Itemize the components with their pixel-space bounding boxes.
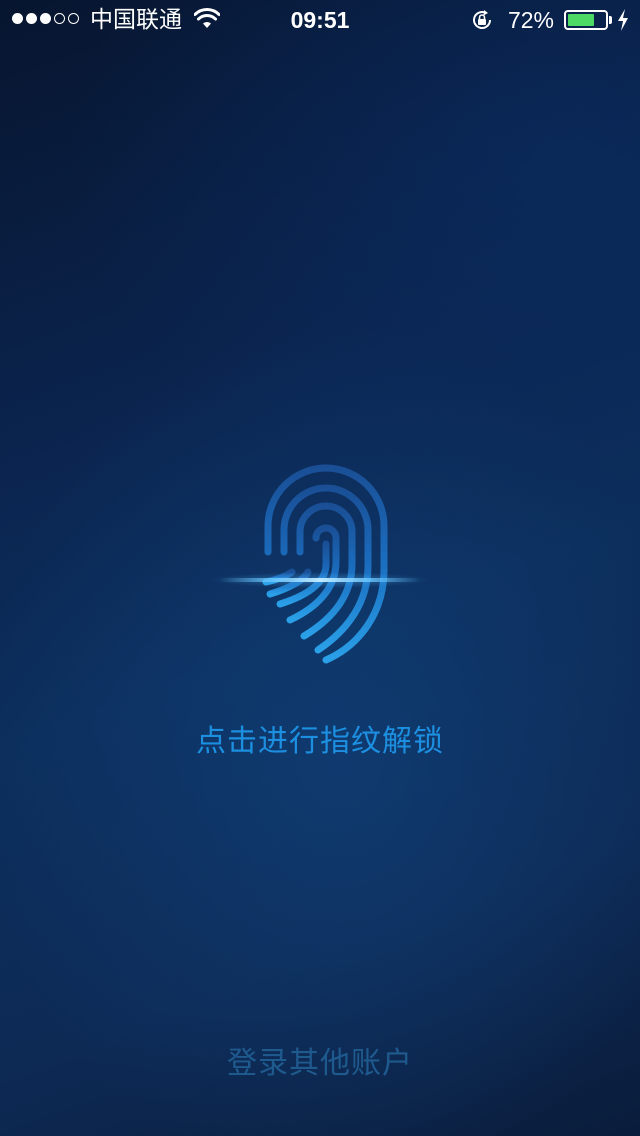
lock-screen: 中国联通 09:51 72% 点击进行指纹解锁 登录其他账户 bbox=[0, 0, 640, 1136]
fingerprint-icon bbox=[210, 464, 430, 664]
status-bar: 中国联通 09:51 72% bbox=[0, 0, 640, 40]
scan-line bbox=[220, 578, 420, 582]
battery-percent: 72% bbox=[507, 7, 554, 33]
battery-nub bbox=[609, 16, 612, 24]
fingerprint-unlock-button[interactable] bbox=[200, 460, 440, 680]
battery-icon bbox=[564, 10, 608, 30]
battery-level-fill bbox=[568, 14, 594, 26]
login-other-account-link[interactable]: 登录其他账户 bbox=[0, 1044, 640, 1084]
rotation-lock-icon bbox=[473, 10, 491, 29]
charging-bolt-icon bbox=[618, 9, 628, 31]
fingerprint-unlock-prompt[interactable]: 点击进行指纹解锁 bbox=[0, 722, 640, 762]
